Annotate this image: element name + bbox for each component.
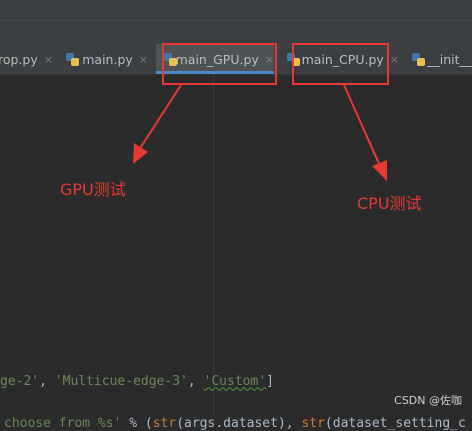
tab-label: rop.py — [0, 51, 38, 67]
gpu-test-label: GPU测试 — [60, 180, 126, 199]
cpu-tab-highlight — [292, 43, 389, 85]
cpu-test-label: CPU测试 — [357, 194, 422, 213]
code-string: choose from %s' — [4, 416, 122, 431]
code-punct: ] — [266, 374, 274, 389]
python-file-icon — [412, 52, 425, 66]
code-string: ge-2' — [0, 374, 40, 389]
csdn-watermark: CSDN @佐咖 — [394, 394, 462, 407]
code-punct: (dataset_setting_c — [324, 416, 466, 431]
code-string: 'Multicue-edge-3' — [54, 374, 188, 389]
code-builtin: str — [301, 416, 325, 431]
toolbar-divider — [0, 20, 472, 21]
close-icon[interactable]: × — [390, 53, 399, 66]
code-punct: % ( — [121, 416, 153, 431]
tab-init[interactable]: __init__. — [412, 44, 472, 74]
code-string: 'Custom' — [203, 374, 267, 389]
title-toolbar — [0, 0, 472, 44]
close-icon[interactable]: × — [44, 53, 53, 66]
code-punct: (args.dataset), — [176, 416, 302, 431]
tab-label: __init__. — [427, 51, 472, 67]
gpu-tab-highlight — [162, 43, 277, 85]
code-builtin: str — [152, 416, 177, 431]
code-punct: , — [39, 374, 55, 389]
tab-label: main.py — [82, 51, 133, 67]
code-punct: , — [187, 374, 204, 389]
tab-rop[interactable]: rop.py × — [0, 44, 56, 74]
code-line: ge-2', 'Multicue-edge-3', 'Custom'] — [0, 359, 274, 389]
tab-main[interactable]: main.py × — [66, 44, 148, 74]
python-file-icon — [66, 52, 79, 66]
close-icon[interactable]: × — [139, 53, 148, 66]
